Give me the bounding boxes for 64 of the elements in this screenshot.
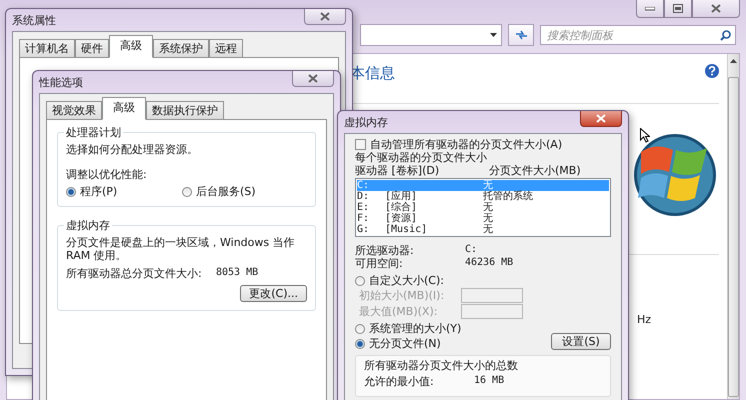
address-bar[interactable] [360, 24, 502, 46]
change-button[interactable]: 更改(C)... [240, 285, 307, 302]
window-title: 性能选项 [39, 74, 83, 90]
drive-row[interactable]: F: [资源] 无 [357, 213, 609, 224]
field-label: 可用空间: [355, 257, 404, 270]
drive-row[interactable]: E: [综合] 无 [357, 202, 609, 213]
radio-option[interactable]: 后台服务(S) [182, 185, 292, 198]
group-title: 虚拟内存 [64, 218, 112, 233]
field-label: 最大值(MB)(X): [359, 305, 438, 318]
tab[interactable]: 数据执行保护 [146, 101, 224, 120]
radio-option[interactable]: 程序(P) [66, 185, 176, 198]
window-title: 系统属性 [12, 12, 56, 28]
maximize-button[interactable] [664, 0, 692, 18]
radio-option[interactable]: 自定义大小(C): [355, 274, 611, 287]
minimize-button[interactable] [636, 0, 664, 18]
close-button[interactable] [304, 9, 346, 25]
close-button[interactable] [692, 0, 740, 18]
group-title: 处理器计划 [64, 125, 123, 140]
field-label: 初始大小(MB)(I): [359, 289, 446, 302]
field-value: 16 MB [474, 375, 506, 388]
field-label: 所选驱动器: [355, 244, 415, 257]
field-value: 46236 MB [465, 257, 514, 270]
radio-option[interactable]: 系统管理的大小(Y) [355, 322, 462, 335]
tab[interactable]: 高级 [102, 97, 146, 120]
close-icon [596, 114, 606, 123]
search-field[interactable]: 搜索控制面板 [540, 25, 736, 45]
mouse-cursor-icon [640, 128, 650, 143]
close-button[interactable] [292, 71, 334, 87]
field-label: 允许的最小值: [364, 375, 435, 388]
set-button[interactable]: 设置(S) [551, 333, 611, 350]
close-icon [320, 12, 330, 21]
close-icon [711, 4, 721, 13]
tab[interactable]: 硬件 [75, 39, 109, 58]
close-icon [308, 74, 318, 83]
description-text: 选择如何分配处理器资源。 [66, 143, 199, 156]
window-title: 虚拟内存 [344, 114, 388, 130]
help-icon[interactable] [705, 64, 719, 78]
tab[interactable]: 计算机名 [19, 39, 75, 58]
close-button[interactable] [580, 111, 622, 127]
tab[interactable]: 系统保护 [153, 39, 209, 58]
checkbox-option[interactable]: 自动管理所有驱动器的分页文件大小(A) [355, 138, 611, 151]
speed-text: Hz [636, 313, 651, 326]
column-header: 分页文件大小(MB) [489, 164, 581, 177]
radio-option[interactable]: 无分页文件(N) [355, 337, 462, 350]
search-icon [720, 30, 731, 40]
drive-row[interactable]: D: [应用] 托管的系统 [357, 191, 609, 202]
total-label: 所有驱动器总分页文件大小: [66, 267, 203, 280]
scroll-up-icon [730, 59, 737, 63]
dropdown-caret-icon [490, 33, 497, 37]
group-title: 所有驱动器分页文件大小的总数 [364, 359, 519, 372]
drive-row[interactable]: G: [Music] 无 [357, 224, 609, 235]
maximize-icon [673, 4, 683, 13]
refresh-arrows-icon [514, 30, 528, 40]
section-label: 每个驱动器的分页文件大小 [355, 151, 488, 164]
optimize-label: 调整以优化性能: [66, 168, 148, 181]
tab[interactable]: 远程 [209, 39, 243, 58]
refresh-button[interactable] [508, 24, 534, 46]
minimize-icon [645, 6, 655, 10]
column-header: 驱动器 [卷标](D) [355, 164, 440, 177]
description-text: 分页文件是硬盘上的一块区域，Windows 当作 RAM 使用。 [66, 236, 296, 262]
tab[interactable]: 视觉效果 [46, 101, 102, 120]
field-value: C: [465, 244, 478, 257]
tab[interactable]: 高级 [109, 35, 153, 58]
total-value: 8053 MB [216, 267, 260, 280]
